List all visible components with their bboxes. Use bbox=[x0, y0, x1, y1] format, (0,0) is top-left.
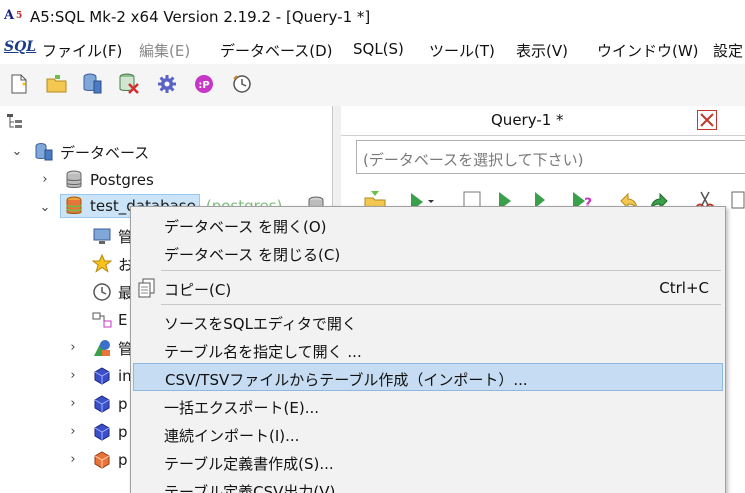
er-diagram-icon bbox=[92, 312, 112, 328]
menu-edit[interactable]: 編集(E) bbox=[139, 40, 190, 61]
menu-item-label: ソースをSQLエディタで開く bbox=[164, 315, 357, 333]
menu-bar: SQL ファイル(F) 編集(E) データベース(D) SQL(S) ツール(T… bbox=[0, 36, 745, 64]
tree-label-postgres: Postgres bbox=[90, 171, 154, 189]
clock-icon bbox=[93, 283, 111, 301]
tree-node-child-4[interactable]: E bbox=[92, 307, 127, 333]
tree-node-child-8[interactable]: p bbox=[92, 419, 128, 445]
tree-child-label: p bbox=[118, 395, 128, 413]
menu-item-bulk-export[interactable]: 一括エクスポート(E)... bbox=[133, 392, 723, 420]
chevron-right-icon[interactable]: › bbox=[66, 397, 80, 411]
copy-icon[interactable] bbox=[730, 190, 745, 214]
menu-tools[interactable]: ツール(T) bbox=[429, 40, 495, 61]
monitor-icon bbox=[93, 228, 111, 244]
menu-separator bbox=[161, 304, 721, 305]
database-group-icon bbox=[35, 143, 53, 161]
tree-node-child-6[interactable]: in bbox=[92, 363, 132, 389]
menu-item-open-table-by-name[interactable]: テーブル名を指定して開く ... bbox=[133, 336, 723, 364]
plugin-icon[interactable]: :P bbox=[193, 73, 215, 95]
menu-sql[interactable]: SQL(S) bbox=[353, 40, 404, 58]
cube-icon bbox=[94, 423, 110, 441]
close-icon[interactable] bbox=[697, 110, 717, 130]
tree-node-child-1[interactable]: 管 bbox=[92, 223, 133, 249]
gear-icon[interactable] bbox=[156, 73, 178, 95]
db-cylinder-icon bbox=[66, 170, 82, 188]
context-menu: データベース を開く(O) データベース を閉じる(C) コピー(C) Ctrl… bbox=[130, 206, 726, 493]
tree-child-label: p bbox=[118, 451, 128, 469]
sql-logo-icon: SQL bbox=[4, 39, 37, 55]
chevron-right-icon[interactable]: › bbox=[66, 453, 80, 467]
menu-item-label: 連続インポート(I)... bbox=[164, 427, 300, 445]
menu-settings[interactable]: 設定 bbox=[713, 40, 743, 61]
tab-query-1[interactable]: Query-1 * bbox=[341, 106, 745, 136]
chevron-right-icon[interactable]: › bbox=[66, 425, 80, 439]
star-icon bbox=[92, 254, 112, 273]
menu-item-open-database[interactable]: データベース を開く(O) bbox=[133, 211, 723, 239]
menu-item-table-definition-doc[interactable]: テーブル定義書作成(S)... bbox=[133, 448, 723, 476]
tree-node-child-9[interactable]: p bbox=[92, 447, 128, 473]
chevron-right-icon[interactable]: › bbox=[66, 369, 80, 383]
menu-item-csv-import[interactable]: CSV/TSVファイルからテーブル作成（インポート）... bbox=[133, 363, 723, 391]
cube-icon bbox=[94, 367, 110, 385]
title-bar: A5 A5:SQL Mk-2 x64 Version 2.19.2 - [Que… bbox=[0, 0, 745, 36]
database-icon[interactable] bbox=[81, 73, 103, 95]
database-error-icon[interactable] bbox=[118, 73, 140, 95]
cube-orange-icon bbox=[94, 451, 110, 469]
menu-item-label: データベース を閉じる(C) bbox=[164, 246, 341, 264]
menu-item-open-source-in-editor[interactable]: ソースをSQLエディタで開く bbox=[133, 308, 723, 336]
cube-icon bbox=[94, 395, 110, 413]
tab-label: Query-1 * bbox=[491, 111, 564, 129]
menu-item-continuous-import[interactable]: 連続インポート(I)... bbox=[133, 420, 723, 448]
menu-item-label: 一括エクスポート(E)... bbox=[164, 399, 320, 417]
menu-database[interactable]: データベース(D) bbox=[220, 40, 333, 61]
chevron-down-icon[interactable]: ⌄ bbox=[10, 145, 24, 159]
chevron-right-icon[interactable]: › bbox=[66, 341, 80, 355]
clock-icon[interactable] bbox=[231, 73, 253, 95]
menu-window[interactable]: ウインドウ(W) bbox=[597, 40, 699, 61]
menu-separator bbox=[161, 270, 721, 271]
tree-view-icon[interactable] bbox=[6, 112, 24, 130]
menu-file[interactable]: ファイル(F) bbox=[42, 40, 122, 61]
menu-item-copy[interactable]: コピー(C) Ctrl+C bbox=[133, 274, 723, 302]
app-logo-icon: A5 bbox=[4, 8, 23, 23]
main-toolbar: :P bbox=[0, 64, 745, 106]
menu-view[interactable]: 表示(V) bbox=[516, 40, 568, 61]
menu-item-close-database[interactable]: データベース を閉じる(C) bbox=[133, 239, 723, 267]
copy-icon bbox=[138, 278, 155, 298]
tree-node-child-3[interactable]: 最 bbox=[92, 279, 133, 305]
db-active-icon bbox=[66, 196, 82, 214]
open-folder-icon[interactable] bbox=[46, 73, 68, 95]
tree-child-label: p bbox=[118, 423, 128, 441]
menu-item-table-definition-csv[interactable]: テーブル定義CSV出力(V) bbox=[133, 476, 723, 493]
menu-item-label: コピー(C) bbox=[164, 281, 232, 299]
svg-text::P: :P bbox=[198, 80, 209, 91]
menu-item-label: CSV/TSVファイルからテーブル作成（インポート）... bbox=[165, 371, 528, 389]
menu-item-label: テーブル名を指定して開く ... bbox=[164, 343, 362, 361]
menu-item-label: データベース を開く(O) bbox=[164, 218, 327, 236]
new-file-icon[interactable] bbox=[8, 73, 30, 95]
window-title: A5:SQL Mk-2 x64 Version 2.19.2 - [Query-… bbox=[30, 8, 371, 26]
tree-node-databases[interactable]: データベース bbox=[34, 139, 149, 165]
tree-node-child-5[interactable]: 管 bbox=[92, 335, 133, 361]
chevron-right-icon[interactable]: › bbox=[38, 173, 52, 187]
tree-node-postgres[interactable]: Postgres bbox=[64, 167, 154, 193]
tree-child-label: E bbox=[118, 311, 128, 329]
database-select[interactable]: (データベースを選択して下さい) bbox=[356, 140, 745, 174]
menu-item-label: テーブル定義CSV出力(V) bbox=[164, 483, 336, 493]
menu-item-shortcut: Ctrl+C bbox=[659, 279, 709, 297]
tree-node-child-7[interactable]: p bbox=[92, 391, 128, 417]
tree-label-databases: データベース bbox=[60, 143, 150, 162]
chevron-down-icon[interactable]: ⌄ bbox=[38, 201, 52, 215]
tree-node-child-2[interactable]: お bbox=[92, 251, 133, 277]
menu-item-label: テーブル定義書作成(S)... bbox=[164, 455, 334, 473]
shapes-icon bbox=[94, 340, 110, 356]
